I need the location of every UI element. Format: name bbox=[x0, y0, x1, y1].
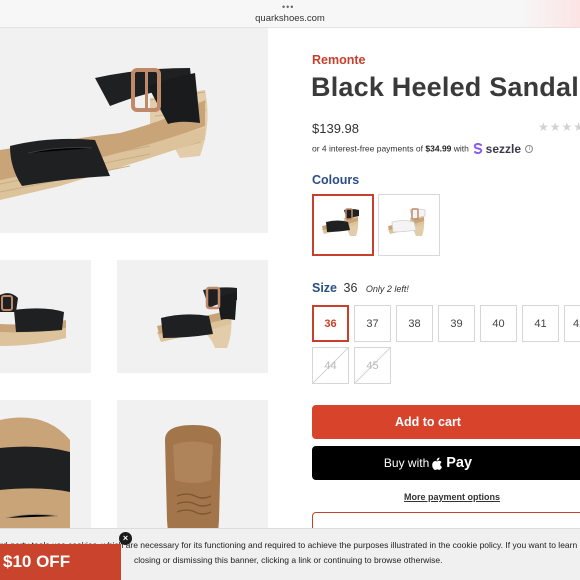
installment-amount: $34.99 bbox=[425, 143, 452, 154]
installments-line: or 4 interest-free payments of $34.99 wi… bbox=[312, 142, 534, 156]
sandal-side-thumb-photo bbox=[157, 286, 237, 348]
installments-prefix: or 4 interest-free payments of bbox=[312, 143, 424, 154]
sezzle-provider[interactable]: sezzle bbox=[486, 142, 521, 156]
product-price: $139.98 bbox=[312, 121, 359, 136]
info-icon[interactable]: i bbox=[525, 145, 534, 153]
cookie-text-line-2: closing or dismissing this banner, click… bbox=[134, 555, 443, 565]
size-option-42[interactable]: 42 bbox=[564, 305, 580, 342]
add-to-cart-button[interactable]: Add to cart bbox=[312, 405, 580, 439]
black-sandal-thumb bbox=[322, 208, 359, 236]
colours-label: Colours bbox=[312, 173, 360, 187]
thumbnail-front-view[interactable] bbox=[0, 260, 91, 373]
apple-logo-icon bbox=[432, 457, 443, 470]
rating-stars[interactable]: ★★★★★ bbox=[538, 120, 580, 134]
size-option-41[interactable]: 41 bbox=[522, 305, 559, 342]
product-gallery bbox=[0, 28, 290, 580]
stock-note: Only 2 left! bbox=[365, 284, 409, 294]
browser-url[interactable]: quarkshoes.com bbox=[0, 13, 580, 24]
size-option-45-unavailable[interactable]: 45 bbox=[354, 347, 391, 384]
browser-address-bar[interactable]: ••• quarkshoes.com bbox=[0, 0, 580, 28]
white-sandal-thumb bbox=[388, 208, 426, 236]
size-option-40[interactable]: 40 bbox=[480, 305, 517, 342]
size-option-38[interactable]: 38 bbox=[396, 305, 433, 342]
sezzle-logo-icon bbox=[473, 142, 483, 156]
thumbnail-side-view[interactable] bbox=[117, 260, 268, 373]
address-bar-edge bbox=[520, 0, 580, 28]
installments-with: with bbox=[453, 143, 469, 154]
promo-label: $10 OFF bbox=[3, 552, 71, 571]
add-to-cart-label: Add to cart bbox=[395, 415, 461, 429]
promo-discount-button[interactable]: $10 OFF bbox=[0, 544, 121, 580]
size-header: Size 36 Only 2 left! bbox=[312, 281, 409, 295]
product-title: Black Heeled Sandal bbox=[311, 72, 579, 102]
buy-with-label: Buy with bbox=[383, 456, 430, 470]
size-option-44-unavailable[interactable]: 44 bbox=[312, 347, 349, 384]
sandal-side-photo bbox=[0, 68, 208, 200]
colour-swatch-black[interactable] bbox=[312, 194, 374, 256]
apple-pay-label: Pay bbox=[446, 455, 473, 471]
brand-name[interactable]: Remonte bbox=[312, 53, 365, 67]
size-option-39[interactable]: 39 bbox=[438, 305, 475, 342]
colour-swatch-white[interactable] bbox=[378, 194, 440, 256]
main-product-image[interactable] bbox=[0, 28, 268, 233]
more-payment-options-link[interactable]: More payment options bbox=[312, 492, 580, 502]
browser-menu-dots[interactable]: ••• bbox=[282, 3, 294, 12]
size-option-36[interactable]: 36 bbox=[312, 305, 349, 342]
selected-size: 36 bbox=[343, 281, 358, 295]
apple-pay-button[interactable]: Buy with Pay bbox=[312, 446, 580, 480]
size-option-37[interactable]: 37 bbox=[354, 305, 391, 342]
sandal-front-photo bbox=[0, 293, 66, 346]
size-label: Size bbox=[312, 281, 338, 295]
